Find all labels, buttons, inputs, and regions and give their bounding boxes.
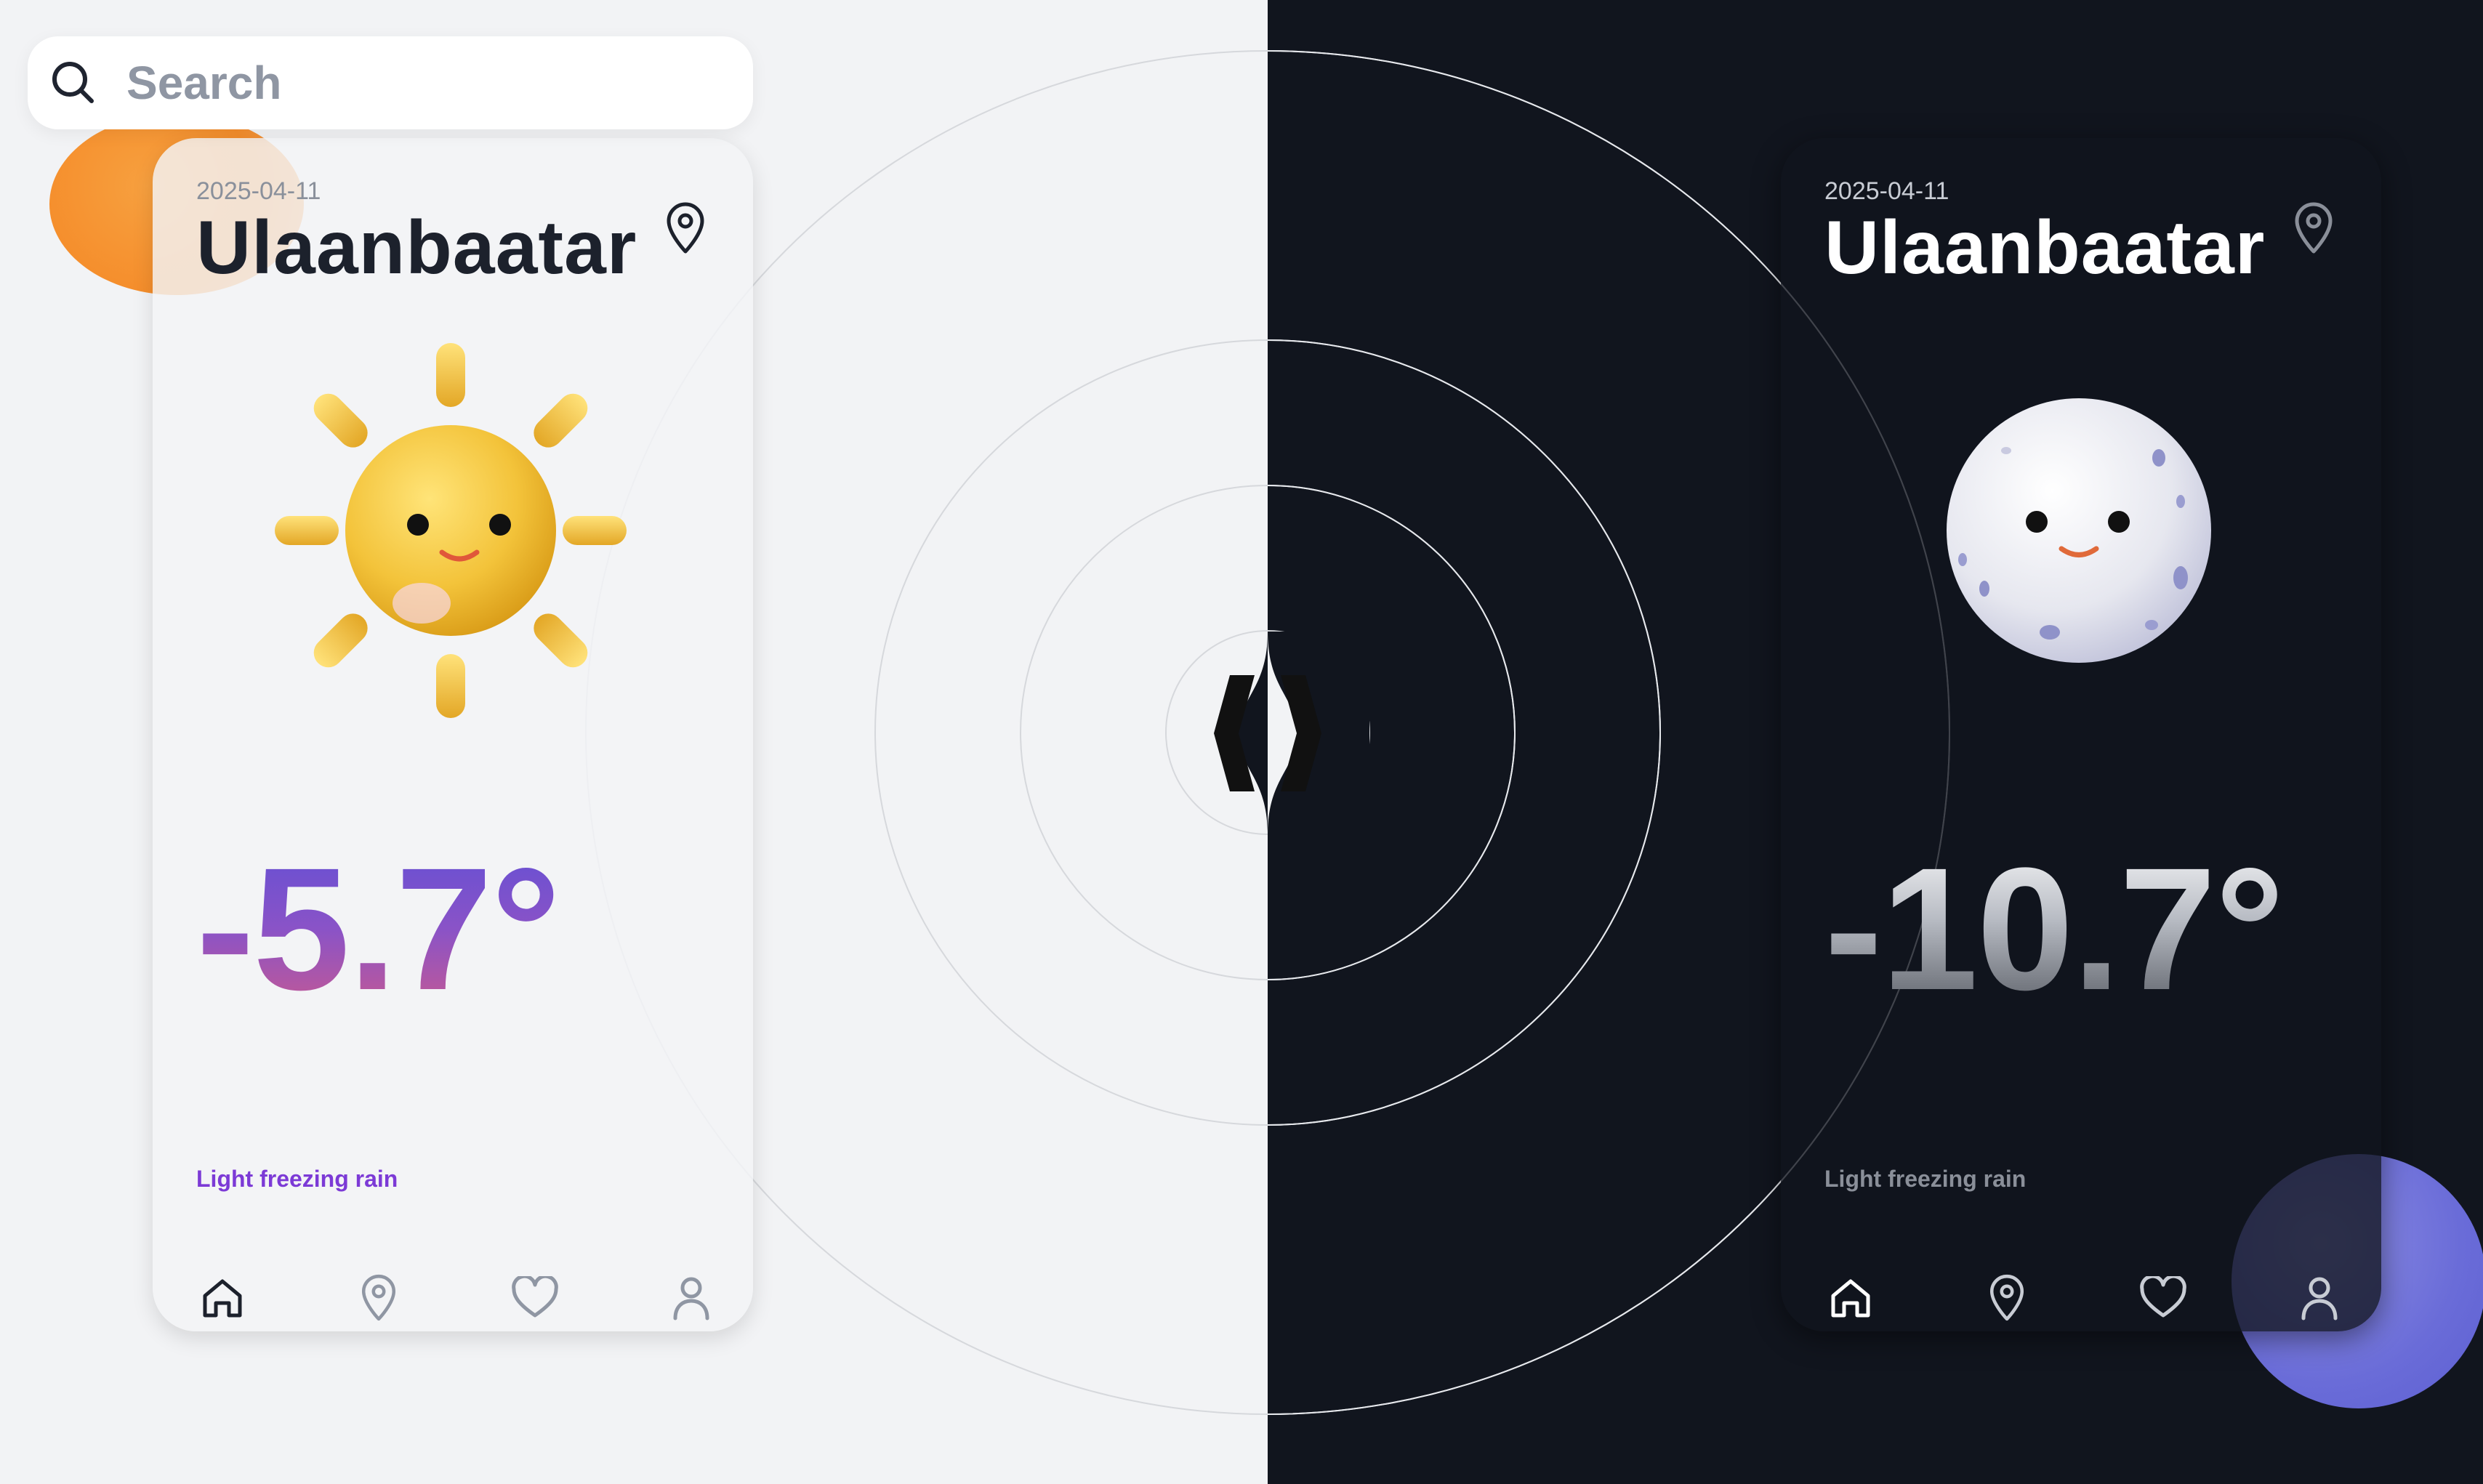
heart-icon	[2140, 1276, 2186, 1318]
search-input[interactable]	[125, 55, 709, 110]
nav-locations[interactable]	[353, 1269, 405, 1327]
city-name: Ulaanbaatar	[196, 206, 637, 290]
weather-condition: Light freezing rain	[1824, 1166, 2027, 1192]
weather-card-dark: 2025-04-11 Ulaanbaatar -10.7° Light free…	[1781, 138, 2381, 1331]
search-icon	[52, 62, 94, 103]
moon-weather-icon	[1947, 398, 2211, 663]
city-name: Ulaanbaatar	[1824, 206, 2266, 290]
weather-condition: Light freezing rain	[196, 1166, 398, 1192]
user-icon	[2301, 1277, 2338, 1320]
user-icon	[673, 1277, 709, 1320]
temperature-value: -10.7°	[1824, 828, 2285, 1029]
nav-home[interactable]	[196, 1269, 249, 1327]
heart-icon	[512, 1276, 558, 1318]
location-pin-icon	[1989, 1274, 2024, 1321]
sun-weather-icon	[275, 343, 627, 718]
code-brackets-logo	[1214, 632, 1369, 835]
bottom-nav	[1824, 1269, 2348, 1334]
location-pin-icon[interactable]	[663, 202, 708, 254]
home-icon	[1831, 1279, 1870, 1318]
temperature-value: -5.7°	[196, 828, 561, 1029]
nav-locations[interactable]	[1981, 1269, 2033, 1327]
nav-profile[interactable]	[2293, 1269, 2346, 1327]
bottom-nav	[196, 1269, 720, 1334]
nav-favorites[interactable]	[2137, 1269, 2189, 1327]
home-icon	[203, 1279, 242, 1318]
weather-card-light: 2025-04-11 Ulaanbaatar -5.7° Light freez…	[153, 138, 753, 1331]
nav-favorites[interactable]	[509, 1269, 561, 1327]
search-bar[interactable]	[28, 36, 753, 129]
location-pin-icon[interactable]	[2291, 202, 2336, 254]
nav-home[interactable]	[1824, 1269, 1877, 1327]
date-label: 2025-04-11	[196, 177, 321, 205]
location-pin-icon	[361, 1274, 396, 1321]
nav-profile[interactable]	[665, 1269, 717, 1327]
date-label: 2025-04-11	[1824, 177, 1949, 205]
